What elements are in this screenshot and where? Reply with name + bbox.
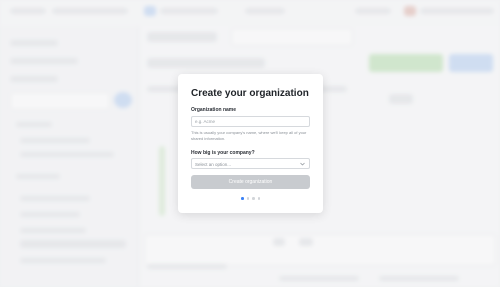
company-size-select[interactable]: Select an option... — [191, 158, 310, 169]
company-size-value: Select an option... — [195, 161, 232, 167]
create-organization-dialog: Create your organization Organization na… — [178, 74, 323, 213]
organization-name-help: This is usually your company's name, whe… — [191, 130, 307, 141]
organization-name-label: Organization name — [191, 107, 237, 113]
organization-name-input[interactable] — [191, 116, 310, 127]
step-dot-4 — [257, 197, 260, 200]
step-dot-1 — [241, 197, 244, 200]
step-dot-2 — [246, 197, 249, 200]
create-organization-button[interactable]: Create organization — [191, 175, 310, 189]
chevron-down-icon — [300, 162, 305, 166]
step-indicator — [241, 197, 260, 200]
company-size-label: How big is your company? — [191, 150, 255, 156]
dialog-title: Create your organization — [191, 88, 309, 99]
step-dot-3 — [252, 197, 255, 200]
